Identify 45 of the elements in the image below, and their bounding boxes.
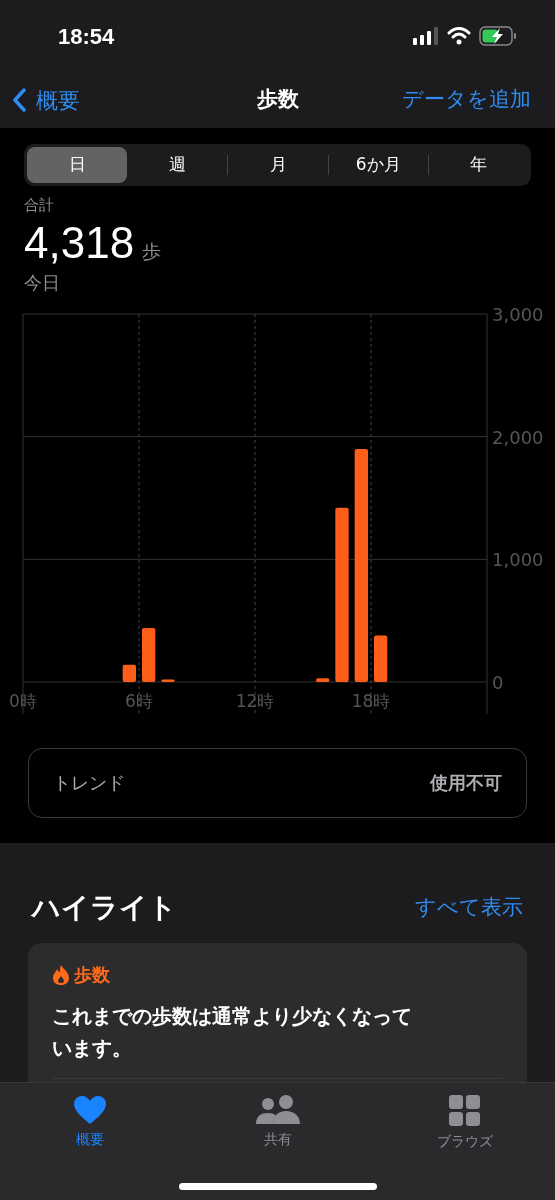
- chart-bar: [122, 664, 136, 682]
- flame-icon: [52, 963, 70, 986]
- total-label: 合計: [24, 195, 55, 216]
- nav-title: 歩数: [256, 86, 299, 114]
- tab-bar-item[interactable]: 概要: [40, 1095, 140, 1152]
- chart-bar: [374, 634, 388, 682]
- chart-bar: [142, 627, 156, 682]
- highlight-card[interactable]: 歩数 これまでの歩数は通常より少なくなっています。: [28, 943, 527, 1082]
- segment-tab[interactable]: 6か月: [328, 147, 428, 183]
- segment-tab[interactable]: 年: [428, 147, 528, 183]
- y-axis-label: 3,000: [492, 303, 544, 325]
- tab-bar-item[interactable]: 共有: [227, 1095, 328, 1152]
- y-axis-label: 1,000: [492, 548, 544, 570]
- chart-bar: [316, 677, 330, 682]
- wifi-icon: [447, 27, 471, 45]
- people-icon: [254, 1095, 301, 1125]
- y-axis-label: 0: [492, 671, 504, 693]
- section-heading: ハイライト: [32, 890, 177, 926]
- total-value: 4,318: [24, 220, 135, 265]
- x-axis-label: 12時: [235, 690, 275, 711]
- x-axis-label: 18時: [351, 690, 391, 711]
- back-link[interactable]: 概要: [12, 83, 80, 117]
- trend-label: トレンド: [53, 771, 125, 795]
- tab-bar-item[interactable]: ブラウズ: [415, 1095, 515, 1152]
- x-axis-label: 0時: [9, 690, 37, 711]
- unit-label: 歩: [142, 241, 162, 261]
- trend-row[interactable]: トレンド 使用不可: [28, 747, 527, 818]
- trend-value: 使用不可: [430, 771, 502, 795]
- chart-bar: [161, 679, 175, 682]
- heart-icon: [73, 1095, 107, 1125]
- date-label: 今日: [24, 270, 61, 295]
- segment-tab[interactable]: 週: [127, 147, 228, 183]
- card-message: これまでの歩数は通常より少なくなっています。: [52, 1003, 413, 1062]
- segment-tab[interactable]: 月: [228, 147, 328, 183]
- grid-icon: [449, 1095, 481, 1127]
- status-time: 18:54: [58, 22, 115, 51]
- battery-charging-icon: [479, 26, 517, 46]
- signal-icon: [413, 27, 439, 45]
- show-all-link[interactable]: すべて表示: [415, 892, 523, 924]
- segment-tab[interactable]: 日: [27, 147, 128, 183]
- chevron-left-icon: [12, 88, 26, 112]
- add-data-link[interactable]: データを追加: [402, 84, 543, 116]
- x-axis-label: 6時: [125, 690, 153, 711]
- y-axis-label: 2,000: [492, 426, 544, 448]
- card-category: 歩数: [74, 963, 110, 987]
